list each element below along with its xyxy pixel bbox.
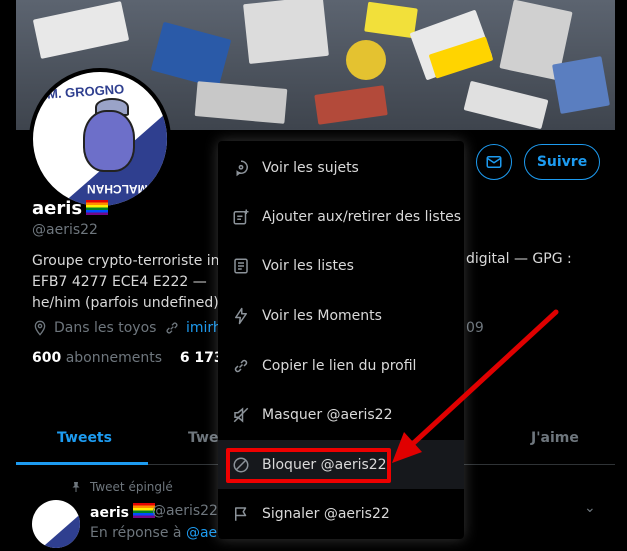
menu-item-report[interactable]: Signaler @aeris22 [218,489,464,538]
follow-stats: 600 abonnements 6 173 a [32,350,237,366]
banner-sticker [346,40,386,80]
banner-sticker [150,21,232,89]
tweet-author-name: aeris [90,505,129,521]
message-button[interactable] [476,144,512,180]
location-pin-icon [34,320,46,336]
profile-website[interactable]: imirh [164,320,222,336]
profile-name-row: aeris [32,198,109,219]
tweet-more-chevron-icon[interactable]: ⌄ [584,500,596,516]
tweet-reply-context: En réponse à @aeri [90,525,227,541]
tab-tweets-replies[interactable]: Twe [188,430,218,446]
menu-item-view-moments[interactable]: Voir les Moments [218,291,464,340]
tweet-author-handle: @aeris22 [152,503,218,519]
menu-item-label: Voir les listes [262,257,354,274]
list-add-icon [232,208,250,226]
location-text: Dans les toyos [54,320,157,336]
menu-item-label: Voir les Moments [262,307,382,324]
joined-text: 09 [466,320,484,336]
banner-sticker [314,85,388,125]
envelope-icon [486,156,502,168]
menu-item-label: Masquer @aeris22 [262,406,393,423]
flag-icon [232,505,250,523]
tweet-avatar[interactable] [32,500,80,548]
bio-line-right: digital — GPG : [466,251,572,267]
menu-item-mute[interactable]: Masquer @aeris22 [218,390,464,439]
pinned-text: Tweet épinglé [90,480,173,494]
banner-sticker [463,80,549,130]
tab-likes[interactable]: J'aime [531,430,579,446]
menu-item-copy-profile-link[interactable]: Copier le lien du profil [218,341,464,390]
banner-sticker [194,81,288,124]
profile-avatar[interactable]: M. GROGNO E MALCHAN [29,68,171,210]
avatar-character [83,110,135,172]
lightning-icon [232,307,250,325]
website-link[interactable]: imirh [186,320,222,336]
tweet-avatar-blue-area [41,514,80,548]
menu-item-view-topics[interactable]: Voir les sujets [218,143,464,192]
profile-location: Dans les toyos [32,320,156,336]
menu-item-label: Voir les sujets [262,159,359,176]
pinned-tweet-label: Tweet épinglé [70,480,173,494]
menu-item-add-remove-lists[interactable]: Ajouter aux/retirer des listes [218,192,464,241]
mute-icon [232,406,250,424]
banner-sticker [243,0,329,65]
active-tab-indicator [16,462,148,465]
profile-joined: 09 [466,320,484,336]
rainbow-flag-icon [86,200,109,215]
menu-item-label: Ajouter aux/retirer des listes [262,208,462,225]
following-label: abonnements [65,350,162,366]
tweet-author-row[interactable]: aeris [90,503,155,521]
menu-item-view-lists[interactable]: Voir les listes [218,241,464,290]
avatar-text-bottom: E MALCHAN [87,182,159,196]
following-link[interactable]: 600 abonnements [32,350,162,366]
menu-item-label: Signaler @aeris22 [262,505,390,522]
reply-prefix: En réponse à [90,525,182,541]
follow-button[interactable]: Suivre [524,144,600,180]
banner-sticker [552,56,610,114]
pin-icon [72,482,80,492]
following-count: 600 [32,350,62,366]
annotation-highlight-box [226,448,391,483]
profile-handle: @aeris22 [32,222,98,238]
tab-tweets[interactable]: Tweets [57,430,112,446]
profile-name: aeris [32,198,83,219]
link-icon [166,322,178,334]
list-icon [232,257,250,275]
menu-item-label: Copier le lien du profil [262,357,417,374]
link-icon [232,357,250,375]
topic-icon [232,159,250,177]
banner-sticker [32,1,130,59]
